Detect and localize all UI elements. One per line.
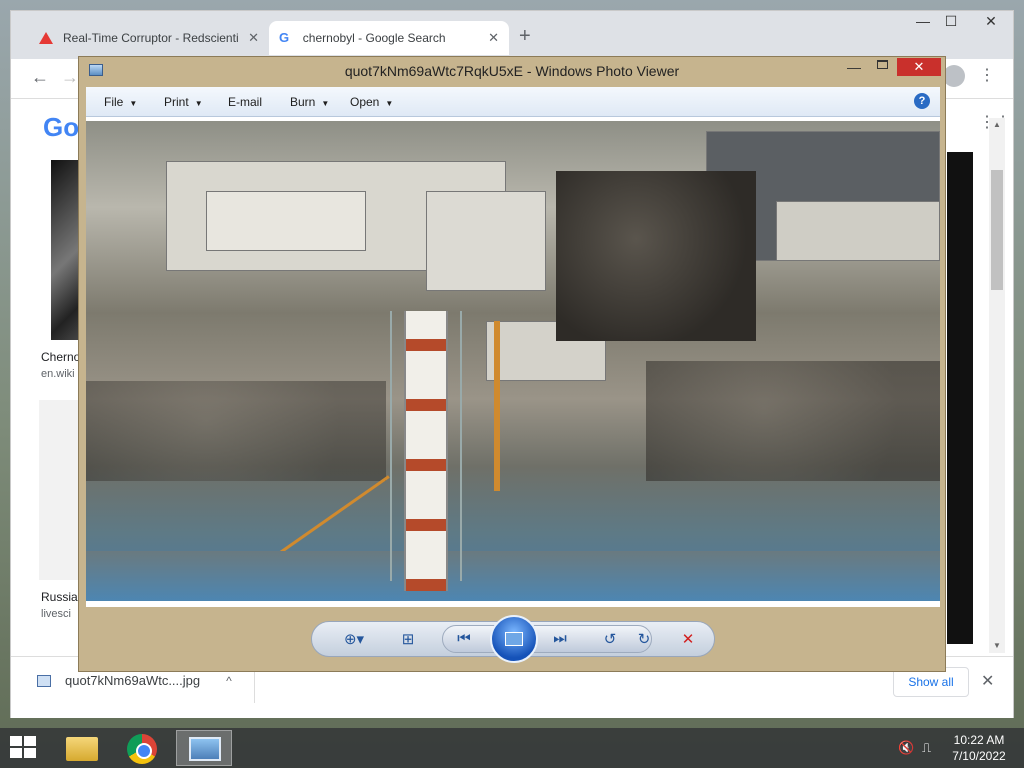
rotate-clockwise-icon[interactable]: ↻	[632, 630, 656, 648]
scrollbar-thumb[interactable]	[991, 170, 1003, 290]
taskbar-chrome[interactable]	[114, 730, 170, 766]
next-icon[interactable]: ⏭	[548, 630, 572, 647]
debris-field	[86, 381, 386, 481]
maximize-button[interactable]: ☐	[937, 13, 965, 30]
tab-redscientist[interactable]: Real-Time Corruptor - Redscienti ✕	[29, 21, 269, 55]
ground-area	[86, 551, 940, 601]
image-file-icon	[37, 674, 51, 687]
forward-button[interactable]: →	[61, 67, 79, 88]
minimize-button[interactable]: —	[909, 13, 937, 29]
zoom-icon[interactable]: ⊕▾	[342, 630, 366, 648]
menu-email[interactable]: E-mail	[228, 95, 262, 109]
dropdown-arrow-icon: ▼	[129, 99, 138, 108]
download-item[interactable]: quot7kNm69aWtc....jpg ^	[37, 673, 232, 688]
menu-file[interactable]: File ▼	[104, 95, 137, 109]
help-icon[interactable]: ?	[914, 93, 930, 109]
menu-label: Burn	[290, 95, 316, 109]
start-button[interactable]	[10, 736, 38, 760]
menu-kebab-icon[interactable]: ⋮	[979, 65, 995, 85]
delete-icon[interactable]: ✕	[676, 630, 700, 648]
menu-burn[interactable]: Burn ▼	[290, 95, 329, 109]
chrome-icon	[127, 734, 157, 764]
chernobyl-photo	[86, 121, 940, 601]
photo-viewer-icon	[189, 737, 221, 761]
menu-print[interactable]: Print ▼	[164, 95, 203, 109]
taskbar-file-explorer[interactable]	[54, 730, 110, 766]
system-clock[interactable]: 10:22 AM 7/10/2022	[944, 732, 1014, 764]
chrome-titlebar: Real-Time Corruptor - Redscienti ✕ G che…	[11, 11, 1013, 59]
previous-icon[interactable]: ⏮	[452, 630, 476, 647]
google-logo[interactable]: Go	[43, 112, 79, 143]
downloads-close-icon[interactable]: ✕	[981, 671, 994, 691]
slideshow-icon	[505, 632, 523, 646]
download-filename: quot7kNm69aWtc....jpg	[65, 673, 201, 688]
crane-mast	[494, 321, 500, 491]
dropdown-arrow-icon: ▼	[385, 99, 394, 108]
viewer-controls-bar: ⊕▾ ⊞ ⏮ ⏭ ↺ ↻ ✕	[311, 615, 715, 663]
taskbar: 🔇 ⎍ 10:22 AM 7/10/2022	[0, 728, 1024, 768]
image-preview-panel	[947, 152, 973, 644]
clock-date: 7/10/2022	[952, 749, 1006, 763]
menu-label: E-mail	[228, 95, 263, 109]
google-icon: G	[279, 30, 290, 45]
photo-viewer-menubar: File ▼ Print ▼ E-mail Burn ▼ Open ▼ ?	[86, 87, 940, 117]
result-source: en.wiki	[41, 368, 75, 380]
dropdown-arrow-icon: ▼	[321, 99, 330, 108]
close-button[interactable]: ✕	[897, 58, 941, 76]
network-icon[interactable]: ⎍	[922, 740, 931, 756]
dropdown-arrow-icon: ▼	[194, 99, 203, 108]
folder-icon	[66, 737, 98, 761]
back-button[interactable]: ←	[31, 67, 49, 88]
maximize-button[interactable]	[877, 60, 888, 69]
menu-label: File	[104, 95, 124, 109]
ventilation-stack	[404, 311, 448, 591]
tab-close-icon[interactable]: ✕	[488, 30, 499, 46]
scroll-up-arrow[interactable]: ▲	[993, 120, 1001, 129]
photo-viewer-titlebar[interactable]: quot7kNm69aWtc7RqkU5xE - Windows Photo V…	[79, 57, 945, 85]
slideshow-button[interactable]	[490, 615, 538, 663]
menu-label: Open	[350, 95, 380, 109]
building-block	[776, 201, 940, 261]
windows-logo-icon	[10, 736, 22, 746]
taskbar-photo-viewer[interactable]	[176, 730, 232, 766]
debris-field	[646, 361, 940, 481]
warning-triangle-icon	[39, 32, 53, 44]
menu-open[interactable]: Open ▼	[350, 95, 393, 109]
building-block	[206, 191, 366, 251]
scrollbar[interactable]: ▲ ▼	[989, 118, 1005, 653]
image-canvas	[86, 117, 940, 607]
result-title[interactable]: Cherno	[41, 350, 80, 364]
result-source: livesci	[41, 608, 71, 620]
menu-label: Print	[164, 95, 189, 109]
reactor-rubble	[556, 171, 756, 341]
windows-logo-icon	[10, 748, 22, 758]
windows-logo-icon	[24, 736, 36, 746]
volume-muted-icon[interactable]: 🔇	[898, 740, 914, 756]
rotate-counterclockwise-icon[interactable]: ↺	[598, 630, 622, 648]
clock-time: 10:22 AM	[953, 733, 1005, 747]
close-button[interactable]: ✕	[977, 13, 1005, 30]
window-title: quot7kNm69aWtc7RqkU5xE - Windows Photo V…	[344, 63, 680, 79]
tab-title: chernobyl - Google Search	[302, 31, 446, 45]
chevron-up-icon[interactable]: ^	[226, 674, 232, 688]
result-title[interactable]: Russia	[41, 590, 78, 604]
tab-close-icon[interactable]: ✕	[248, 30, 259, 46]
minimize-button[interactable]: —	[847, 59, 861, 75]
photo-viewer-window: quot7kNm69aWtc7RqkU5xE - Windows Photo V…	[78, 56, 946, 672]
new-tab-button[interactable]: +	[519, 25, 531, 48]
tab-google-search[interactable]: G chernobyl - Google Search ✕	[269, 21, 509, 55]
tab-title: Real-Time Corruptor - Redscienti	[63, 31, 239, 45]
profile-avatar[interactable]	[943, 65, 965, 87]
windows-logo-icon	[24, 748, 36, 758]
building-block	[426, 191, 546, 291]
actual-size-icon[interactable]: ⊞	[396, 630, 420, 648]
scroll-down-arrow[interactable]: ▼	[993, 641, 1001, 650]
